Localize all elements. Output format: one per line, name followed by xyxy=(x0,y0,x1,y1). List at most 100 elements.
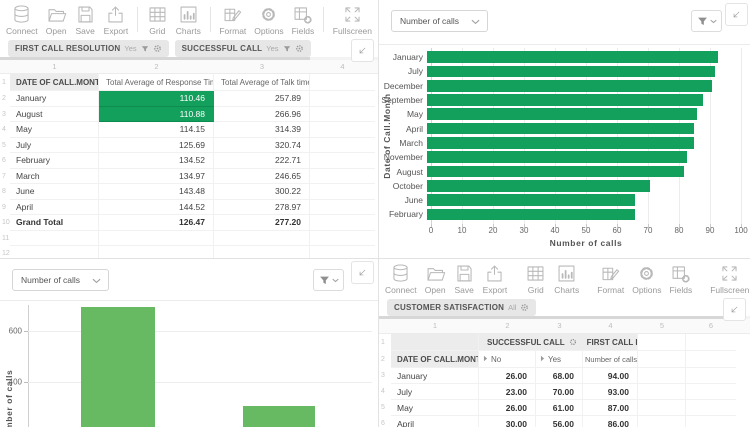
group-header-first-call-resolution[interactable]: FIRST CALL RESOLUTION xyxy=(587,334,637,350)
grid-view-button[interactable]: Grid xyxy=(143,4,172,36)
measure-header-talk-time[interactable]: Total Average of Talk time (sec) xyxy=(214,74,310,91)
row-header-cell[interactable]: April xyxy=(391,416,479,427)
format-button[interactable]: Format xyxy=(215,4,250,36)
value-cell[interactable]: 300.22 xyxy=(214,184,310,200)
connect-button[interactable]: Connect xyxy=(2,4,42,36)
bar[interactable] xyxy=(427,51,719,63)
bar[interactable] xyxy=(427,79,713,92)
value-cell[interactable]: 320.74 xyxy=(214,137,310,153)
open-button[interactable]: Open xyxy=(421,263,450,295)
grand-total-value[interactable]: 277.20 xyxy=(214,215,310,231)
value-cell-highlighted[interactable]: 110.46 xyxy=(99,91,214,107)
minimize-panel-button[interactable] xyxy=(351,39,374,62)
grand-total-value[interactable]: 126.47 xyxy=(99,215,214,231)
export-button[interactable]: Export xyxy=(100,4,133,36)
value-cell[interactable]: 26.00 xyxy=(479,368,536,384)
expand-icon[interactable] xyxy=(483,355,488,362)
value-cell[interactable]: 30.00 xyxy=(479,416,536,427)
row-dimension-header[interactable]: DATE OF CALL.MONTH xyxy=(10,74,99,91)
value-cell[interactable]: 93.00 xyxy=(583,384,638,400)
row-header-cell[interactable]: May xyxy=(10,122,99,138)
measure-dropdown[interactable]: Number of calls xyxy=(12,269,109,291)
horizontal-scrollbar[interactable] xyxy=(0,57,378,60)
value-cell[interactable]: 278.97 xyxy=(214,199,310,215)
charts-view-button[interactable]: Charts xyxy=(172,4,205,36)
chart-filter-button[interactable] xyxy=(313,269,344,291)
bar[interactable] xyxy=(427,137,694,149)
row-header-cell[interactable]: July xyxy=(391,384,479,400)
value-cell[interactable]: 266.96 xyxy=(214,106,310,122)
value-cell-highlighted[interactable]: 110.88 xyxy=(99,106,214,122)
row-header-cell[interactable]: February xyxy=(10,153,99,169)
row-header-cell[interactable]: January xyxy=(391,368,479,384)
row-header-cell[interactable]: January xyxy=(10,91,99,107)
bar[interactable] xyxy=(427,179,651,192)
value-cell[interactable]: 26.00 xyxy=(479,400,536,416)
value-cell[interactable]: 70.00 xyxy=(536,384,583,400)
column-header-yes[interactable]: Yes xyxy=(536,351,583,368)
value-cell[interactable]: 134.52 xyxy=(99,153,214,169)
value-cell[interactable]: 143.48 xyxy=(99,184,214,200)
value-cell[interactable]: 257.89 xyxy=(214,91,310,107)
fields-button[interactable]: Fields xyxy=(288,4,319,36)
value-cell[interactable]: 87.00 xyxy=(583,400,638,416)
options-button[interactable]: Options xyxy=(628,263,665,295)
row-header-cell[interactable]: March xyxy=(10,168,99,184)
filter-chip-first-call-resolution[interactable]: FIRST CALL RESOLUTION Yes xyxy=(8,40,169,57)
minimize-panel-button[interactable] xyxy=(351,261,374,284)
minimize-panel-button[interactable] xyxy=(723,298,746,321)
value-cell[interactable]: 144.52 xyxy=(99,199,214,215)
open-button[interactable]: Open xyxy=(42,4,71,36)
bar[interactable] xyxy=(427,208,635,221)
horizontal-scrollbar[interactable] xyxy=(379,316,750,319)
value-cell[interactable]: 68.00 xyxy=(536,368,583,384)
export-button[interactable]: Export xyxy=(479,263,512,295)
row-header-cell[interactable]: August xyxy=(10,106,99,122)
column-header-number-of-calls[interactable]: Number of calls↓ xyxy=(583,351,638,368)
fullscreen-button[interactable]: Fullscreen xyxy=(706,263,750,295)
fields-button[interactable]: Fields xyxy=(666,263,697,295)
bar[interactable] xyxy=(427,65,716,78)
bar[interactable] xyxy=(243,405,315,427)
value-cell[interactable]: 246.65 xyxy=(214,168,310,184)
charts-view-button[interactable]: Charts xyxy=(550,263,583,295)
fullscreen-button[interactable]: Fullscreen xyxy=(329,4,376,36)
expand-icon[interactable] xyxy=(540,355,545,362)
filter-chip-customer-satisfaction[interactable]: CUSTOMER SATISFACTION All xyxy=(387,299,537,316)
value-cell[interactable]: 23.00 xyxy=(479,384,536,400)
row-dimension-header[interactable]: DATE OF CALL.MONTH xyxy=(391,351,479,368)
row-header-cell[interactable]: June xyxy=(10,184,99,200)
column-header-no[interactable]: No xyxy=(479,351,536,368)
bar[interactable] xyxy=(81,307,155,427)
grand-total-label[interactable]: Grand Total xyxy=(10,215,99,231)
value-cell[interactable]: 125.69 xyxy=(99,137,214,153)
measure-dropdown[interactable]: Number of calls xyxy=(391,10,488,32)
value-cell[interactable]: 114.15 xyxy=(99,122,214,138)
measure-header-response-time[interactable]: Total Average of Response Time (sec)↑ xyxy=(99,74,214,91)
bar[interactable] xyxy=(427,94,703,106)
group-header-successful-call[interactable]: SUCCESSFUL CALL xyxy=(487,334,577,350)
bar[interactable] xyxy=(427,165,685,178)
chart-filter-button[interactable] xyxy=(691,10,722,32)
save-button[interactable]: Save xyxy=(71,4,100,36)
value-cell[interactable]: 56.00 xyxy=(536,416,583,427)
value-cell[interactable]: 86.00 xyxy=(583,416,638,427)
value-cell[interactable]: 314.39 xyxy=(214,122,310,138)
save-button[interactable]: Save xyxy=(450,263,479,295)
value-cell[interactable]: 94.00 xyxy=(583,368,638,384)
filter-chip-successful-call[interactable]: SUCCESSFUL CALL Yes xyxy=(174,40,311,57)
bar[interactable] xyxy=(427,122,694,135)
value-cell[interactable]: 134.97 xyxy=(99,168,214,184)
format-button[interactable]: Format xyxy=(593,263,628,295)
bar[interactable] xyxy=(427,108,697,121)
value-cell[interactable]: 61.00 xyxy=(536,400,583,416)
row-header-cell[interactable]: July xyxy=(10,137,99,153)
row-header-cell[interactable]: April xyxy=(10,199,99,215)
options-button[interactable]: Options xyxy=(250,4,287,36)
minimize-panel-button[interactable] xyxy=(725,3,748,26)
connect-button[interactable]: Connect xyxy=(381,263,421,295)
row-header-cell[interactable]: May xyxy=(391,400,479,416)
value-cell[interactable]: 222.71 xyxy=(214,153,310,169)
bar[interactable] xyxy=(427,151,688,164)
grid-view-button[interactable]: Grid xyxy=(521,263,550,295)
